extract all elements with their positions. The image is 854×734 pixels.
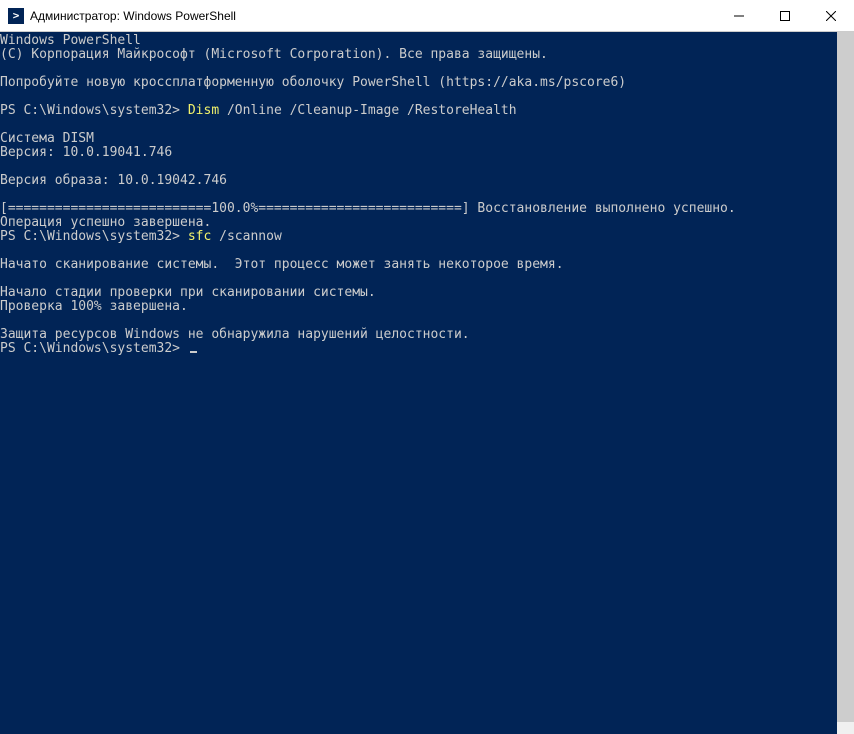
terminal-line: [==========================100.0%=======… [0, 201, 736, 216]
terminal-line: Версия: 10.0.19041.746 [0, 145, 172, 160]
terminal-line: Начало стадии проверки при сканировании … [0, 285, 376, 300]
prompt-path: PS C:\Windows\system32> [0, 103, 188, 118]
minimize-button[interactable] [716, 0, 762, 31]
terminal-line: Windows PowerShell [0, 33, 141, 48]
prompt-args: /scannow [211, 229, 281, 244]
terminal-line: Операция успешно завершена. [0, 215, 211, 230]
terminal-line: Проверка 100% завершена. [0, 299, 188, 314]
scrollbar-thumb[interactable] [837, 32, 854, 722]
terminal-line: Начато сканирование системы. Этот процес… [0, 257, 564, 272]
maximize-button[interactable] [762, 0, 808, 31]
prompt-command: Dism [188, 103, 219, 118]
terminal-line: Защита ресурсов Windows не обнаружила на… [0, 327, 470, 342]
terminal-line: Попробуйте новую кроссплатформенную обол… [0, 75, 626, 90]
cursor-icon [190, 351, 197, 353]
close-button[interactable] [808, 0, 854, 31]
prompt-command: sfc [188, 229, 211, 244]
prompt-path: PS C:\Windows\system32> [0, 341, 188, 356]
vertical-scrollbar[interactable] [837, 32, 854, 734]
terminal-output[interactable]: Windows PowerShell (C) Корпорация Майкро… [0, 32, 837, 734]
prompt-args: /Online /Cleanup-Image /RestoreHealth [219, 103, 516, 118]
terminal-line: (C) Корпорация Майкрософт (Microsoft Cor… [0, 47, 548, 62]
terminal-line: Система DISM [0, 131, 94, 146]
powershell-icon [8, 8, 24, 24]
terminal-line: Версия образа: 10.0.19042.746 [0, 173, 227, 188]
terminal-container: Windows PowerShell (C) Корпорация Майкро… [0, 32, 854, 734]
window-titlebar: Администратор: Windows PowerShell [0, 0, 854, 32]
window-controls [716, 0, 854, 31]
prompt-path: PS C:\Windows\system32> [0, 229, 188, 244]
window-title: Администратор: Windows PowerShell [30, 9, 716, 23]
